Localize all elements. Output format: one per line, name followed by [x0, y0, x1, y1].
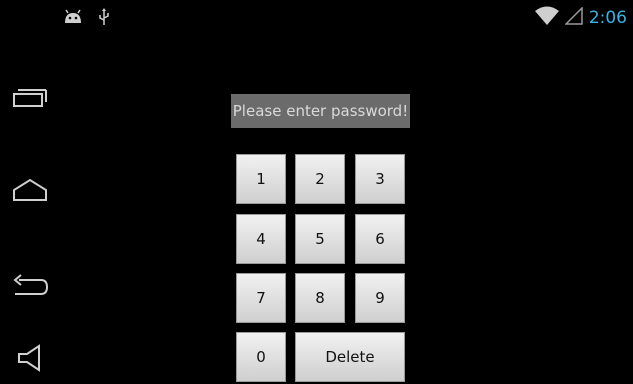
delete-button[interactable]: Delete: [295, 332, 405, 382]
signal-icon: [564, 6, 583, 29]
recent-apps-button[interactable]: [10, 84, 50, 114]
home-button[interactable]: [10, 177, 50, 207]
back-button[interactable]: [10, 274, 50, 304]
volume-button[interactable]: [10, 344, 50, 376]
navigation-bar: [0, 36, 60, 384]
key-1[interactable]: 1: [236, 154, 286, 204]
key-5[interactable]: 5: [295, 214, 345, 264]
key-3[interactable]: 3: [355, 154, 405, 204]
usb-icon: [98, 8, 110, 30]
back-icon: [11, 274, 49, 304]
android-icon: [62, 9, 84, 29]
home-icon: [12, 178, 48, 206]
password-prompt: Please enter password!: [231, 94, 410, 128]
key-4[interactable]: 4: [236, 214, 286, 264]
clock: 2:06: [588, 8, 627, 28]
wifi-icon: [534, 6, 559, 30]
status-bar: 2:06: [0, 0, 633, 36]
key-9[interactable]: 9: [355, 273, 405, 323]
key-7[interactable]: 7: [236, 273, 286, 323]
recent-apps-icon: [12, 86, 48, 112]
key-6[interactable]: 6: [355, 214, 405, 264]
key-8[interactable]: 8: [295, 273, 345, 323]
key-2[interactable]: 2: [295, 154, 345, 204]
key-0[interactable]: 0: [236, 332, 286, 382]
volume-icon: [15, 344, 45, 376]
